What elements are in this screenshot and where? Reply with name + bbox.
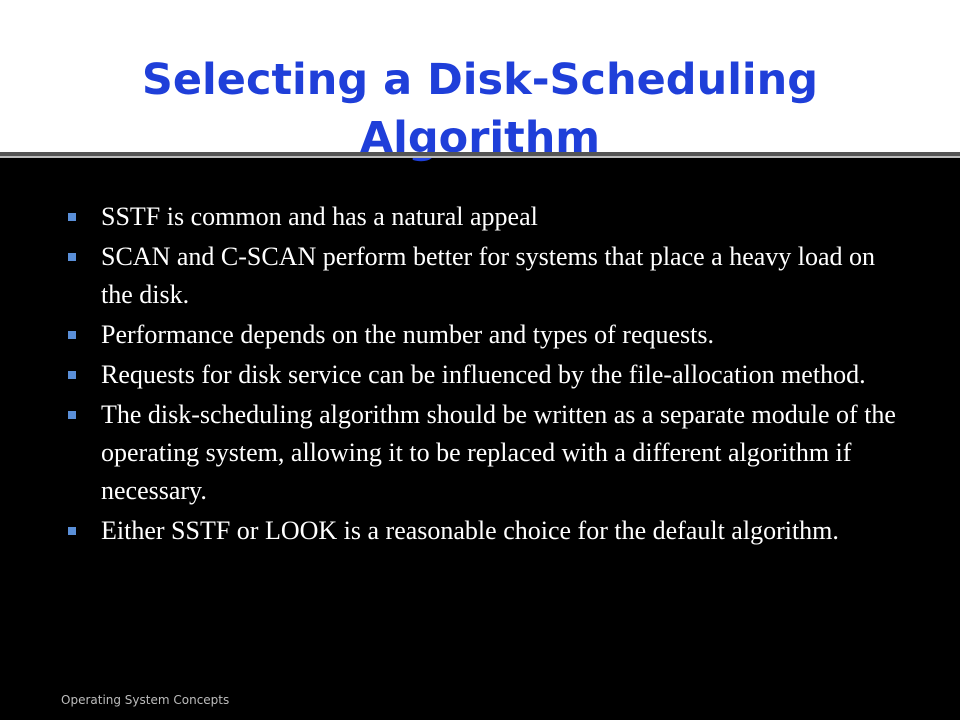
square-bullet-icon: [68, 331, 76, 339]
bullet-text: SSTF is common and has a natural appeal: [101, 202, 538, 231]
square-bullet-icon: [68, 411, 76, 419]
title-divider-light: [0, 156, 960, 158]
bullet-text: Performance depends on the number and ty…: [101, 320, 714, 349]
slide-footer: Operating System Concepts: [61, 693, 230, 707]
square-bullet-icon: [68, 253, 76, 261]
bullet-item-sstf-common: SSTF is common and has a natural appeal: [66, 198, 906, 236]
square-bullet-icon: [68, 527, 76, 535]
bullet-item-default-choice: Either SSTF or LOOK is a reasonable choi…: [66, 512, 906, 550]
bullet-text: SCAN and C-SCAN perform better for syste…: [101, 242, 876, 309]
bullet-item-separate-module: The disk-scheduling algorithm should be …: [66, 396, 906, 510]
slide-title-line-2: Algorithm: [359, 112, 601, 163]
bullet-list: SSTF is common and has a natural appeal …: [66, 198, 906, 552]
bullet-text: The disk-scheduling algorithm should be …: [101, 400, 896, 505]
slide-title-line-1: Selecting a Disk-Scheduling: [141, 54, 819, 105]
square-bullet-icon: [68, 213, 76, 221]
bullet-item-requests: Requests for disk service can be influen…: [66, 356, 906, 394]
bullet-item-performance: Performance depends on the number and ty…: [66, 316, 906, 354]
bullet-text: Requests for disk service can be influen…: [101, 360, 866, 389]
title-band: Selecting a Disk-Scheduling Algorithm: [0, 0, 960, 163]
bullet-text: Either SSTF or LOOK is a reasonable choi…: [101, 516, 839, 545]
bullet-item-scan-cscan: SCAN and C-SCAN perform better for syste…: [66, 238, 906, 314]
square-bullet-icon: [68, 371, 76, 379]
slide-title: Selecting a Disk-Scheduling Algorithm: [0, 51, 960, 167]
